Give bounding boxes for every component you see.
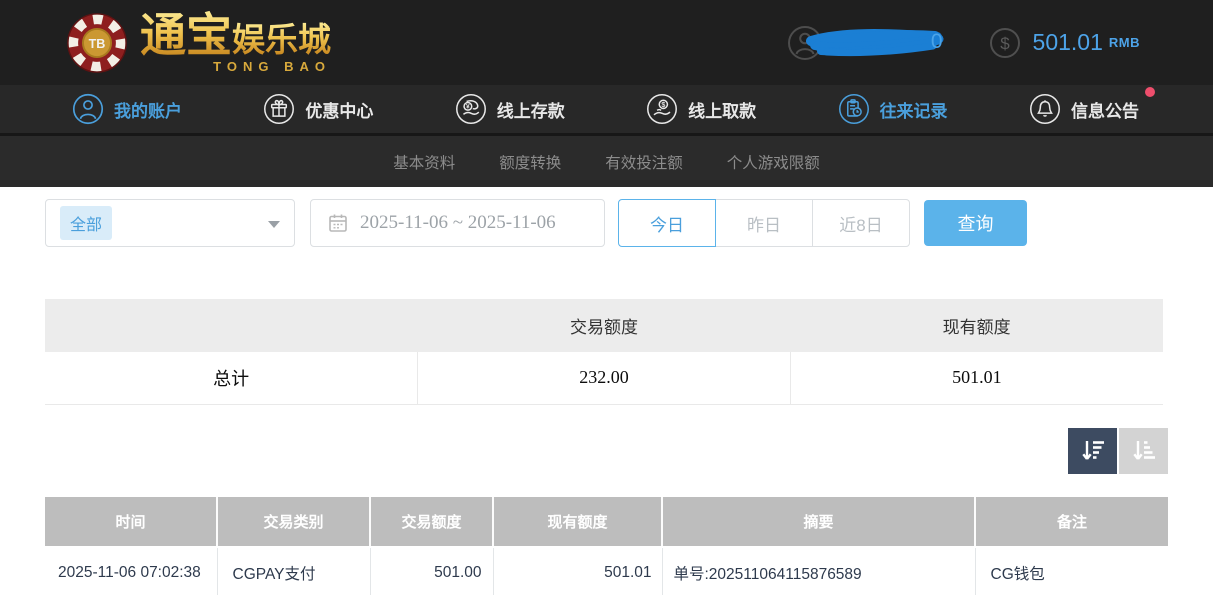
subnav-item-basic-info[interactable]: 基本资料 xyxy=(393,151,455,173)
balance-currency: RMB xyxy=(1109,35,1140,50)
sort-ascending-icon xyxy=(1130,437,1157,464)
redaction-scribble xyxy=(797,23,949,63)
username-visible-text: 0 xyxy=(931,30,943,54)
nav-label: 信息公告 xyxy=(1071,97,1139,122)
quick-range-group: 今日 昨日 近8日 xyxy=(618,199,910,247)
subnav-item-valid-bets[interactable]: 有效投注额 xyxy=(605,151,683,173)
svg-text:¥: ¥ xyxy=(466,104,470,111)
summary-header-row: 交易额度 现有额度 xyxy=(45,299,1163,352)
brand-name: 通宝娱乐城 TONG BAO xyxy=(140,12,331,73)
quick-range-today[interactable]: 今日 xyxy=(618,199,716,247)
summary-total-label: 总计 xyxy=(45,352,418,404)
filter-row: 全部 2025-11-06 ~ 2025-11-06 今日 昨日 近8日 查询 xyxy=(45,199,1168,247)
nav-item-announcements[interactable]: 信息公告 xyxy=(1029,93,1139,125)
records-header-amount: 交易额度 xyxy=(370,497,493,547)
nav-label: 线上存款 xyxy=(497,97,565,122)
content: 全部 2025-11-06 ~ 2025-11-06 今日 昨日 近8日 查询 xyxy=(0,187,1213,595)
nav-label: 线上取款 xyxy=(688,97,756,122)
nav-item-withdraw[interactable]: $ 线上取款 xyxy=(646,93,756,125)
record-type: CGPAY支付 xyxy=(217,547,370,595)
records-table: 时间 交易类别 交易额度 现有额度 摘要 备注 2025-11-06 07:02… xyxy=(45,497,1168,595)
quick-range-yesterday[interactable]: 昨日 xyxy=(715,199,813,247)
transaction-type-select[interactable]: 全部 xyxy=(45,199,295,247)
date-range-value: 2025-11-06 ~ 2025-11-06 xyxy=(360,212,556,234)
summary-header-transaction-amount: 交易额度 xyxy=(418,299,791,352)
record-remark: CG钱包 xyxy=(975,547,1168,595)
main-nav: 我的账户 优惠中心 ¥ xyxy=(0,85,1213,136)
nav-item-promotions[interactable]: 优惠中心 xyxy=(263,93,373,125)
notification-dot xyxy=(1145,87,1155,97)
summary-current-amount: 501.01 xyxy=(790,352,1163,404)
page: TB 通宝娱乐城 TONG BAO xyxy=(0,0,1213,595)
sort-descending-icon xyxy=(1079,437,1106,464)
brand-name-secondary: 娱乐城 xyxy=(232,21,331,58)
sort-ascending-button[interactable] xyxy=(1119,428,1168,474)
selected-type-chip: 全部 xyxy=(60,206,112,240)
search-button[interactable]: 查询 xyxy=(924,200,1027,246)
bell-icon xyxy=(1029,93,1061,125)
records-header-row: 时间 交易类别 交易额度 现有额度 摘要 备注 xyxy=(45,497,1168,547)
deposit-icon: ¥ xyxy=(455,93,487,125)
summary-table: 交易额度 现有额度 总计 232.00 501.01 xyxy=(45,299,1163,405)
brand-name-primary: 通宝 xyxy=(140,9,232,61)
sort-descending-button[interactable] xyxy=(1068,428,1117,474)
sub-nav: 基本资料 额度转换 有效投注额 个人游戏限额 xyxy=(0,136,1213,187)
records-header-time: 时间 xyxy=(45,497,217,547)
quick-range-last8days[interactable]: 近8日 xyxy=(812,199,910,247)
brand-logo[interactable]: TB 通宝娱乐城 TONG BAO xyxy=(66,12,331,74)
nav-item-deposit[interactable]: ¥ 线上存款 xyxy=(455,93,565,125)
subnav-item-game-limits[interactable]: 个人游戏限额 xyxy=(727,151,820,173)
dollar-icon: $ xyxy=(989,27,1021,59)
username-area: 0 xyxy=(823,23,935,63)
date-range-input[interactable]: 2025-11-06 ~ 2025-11-06 xyxy=(310,199,605,247)
summary-total-row: 总计 232.00 501.01 xyxy=(45,352,1163,404)
record-summary: 单号:202511064115876589 xyxy=(662,547,975,595)
record-amount: 501.00 xyxy=(370,547,493,595)
nav-label: 往来记录 xyxy=(880,97,948,122)
chevron-down-icon xyxy=(268,221,280,228)
topbar: TB 通宝娱乐城 TONG BAO xyxy=(0,0,1213,85)
nav-item-records[interactable]: 往来记录 xyxy=(838,93,948,125)
record-balance: 501.01 xyxy=(493,547,662,595)
summary-header-empty xyxy=(45,299,418,352)
user-icon xyxy=(72,93,104,125)
svg-text:$: $ xyxy=(662,101,666,109)
balance-amount: 501.01 xyxy=(1033,29,1103,56)
subnav-item-quota-transfer[interactable]: 额度转换 xyxy=(499,151,561,173)
records-header-summary: 摘要 xyxy=(662,497,975,547)
records-header-remark: 备注 xyxy=(975,497,1168,547)
nav-item-my-account[interactable]: 我的账户 xyxy=(72,93,182,125)
topbar-right: 0 $ 501.01 RMB xyxy=(787,21,1140,65)
calendar-icon xyxy=(327,212,349,234)
casino-chip-icon: TB xyxy=(66,12,128,74)
gift-icon xyxy=(263,93,295,125)
brand-name-en: TONG BAO xyxy=(140,60,331,73)
svg-text:TB: TB xyxy=(89,36,106,50)
records-icon xyxy=(838,93,870,125)
balance[interactable]: $ 501.01 RMB xyxy=(989,27,1140,59)
account-info[interactable]: 0 xyxy=(787,21,935,65)
records-header-type: 交易类别 xyxy=(217,497,370,547)
svg-text:$: $ xyxy=(1000,34,1010,53)
sort-controls xyxy=(45,428,1168,474)
records-header-balance: 现有额度 xyxy=(493,497,662,547)
summary-header-current-amount: 现有额度 xyxy=(790,299,1163,352)
table-row: 2025-11-06 07:02:38 CGPAY支付 501.00 501.0… xyxy=(45,547,1168,595)
withdraw-icon: $ xyxy=(646,93,678,125)
record-time: 2025-11-06 07:02:38 xyxy=(45,547,217,595)
nav-label: 优惠中心 xyxy=(305,97,373,122)
summary-transaction-amount: 232.00 xyxy=(418,352,791,404)
nav-label: 我的账户 xyxy=(114,97,182,122)
